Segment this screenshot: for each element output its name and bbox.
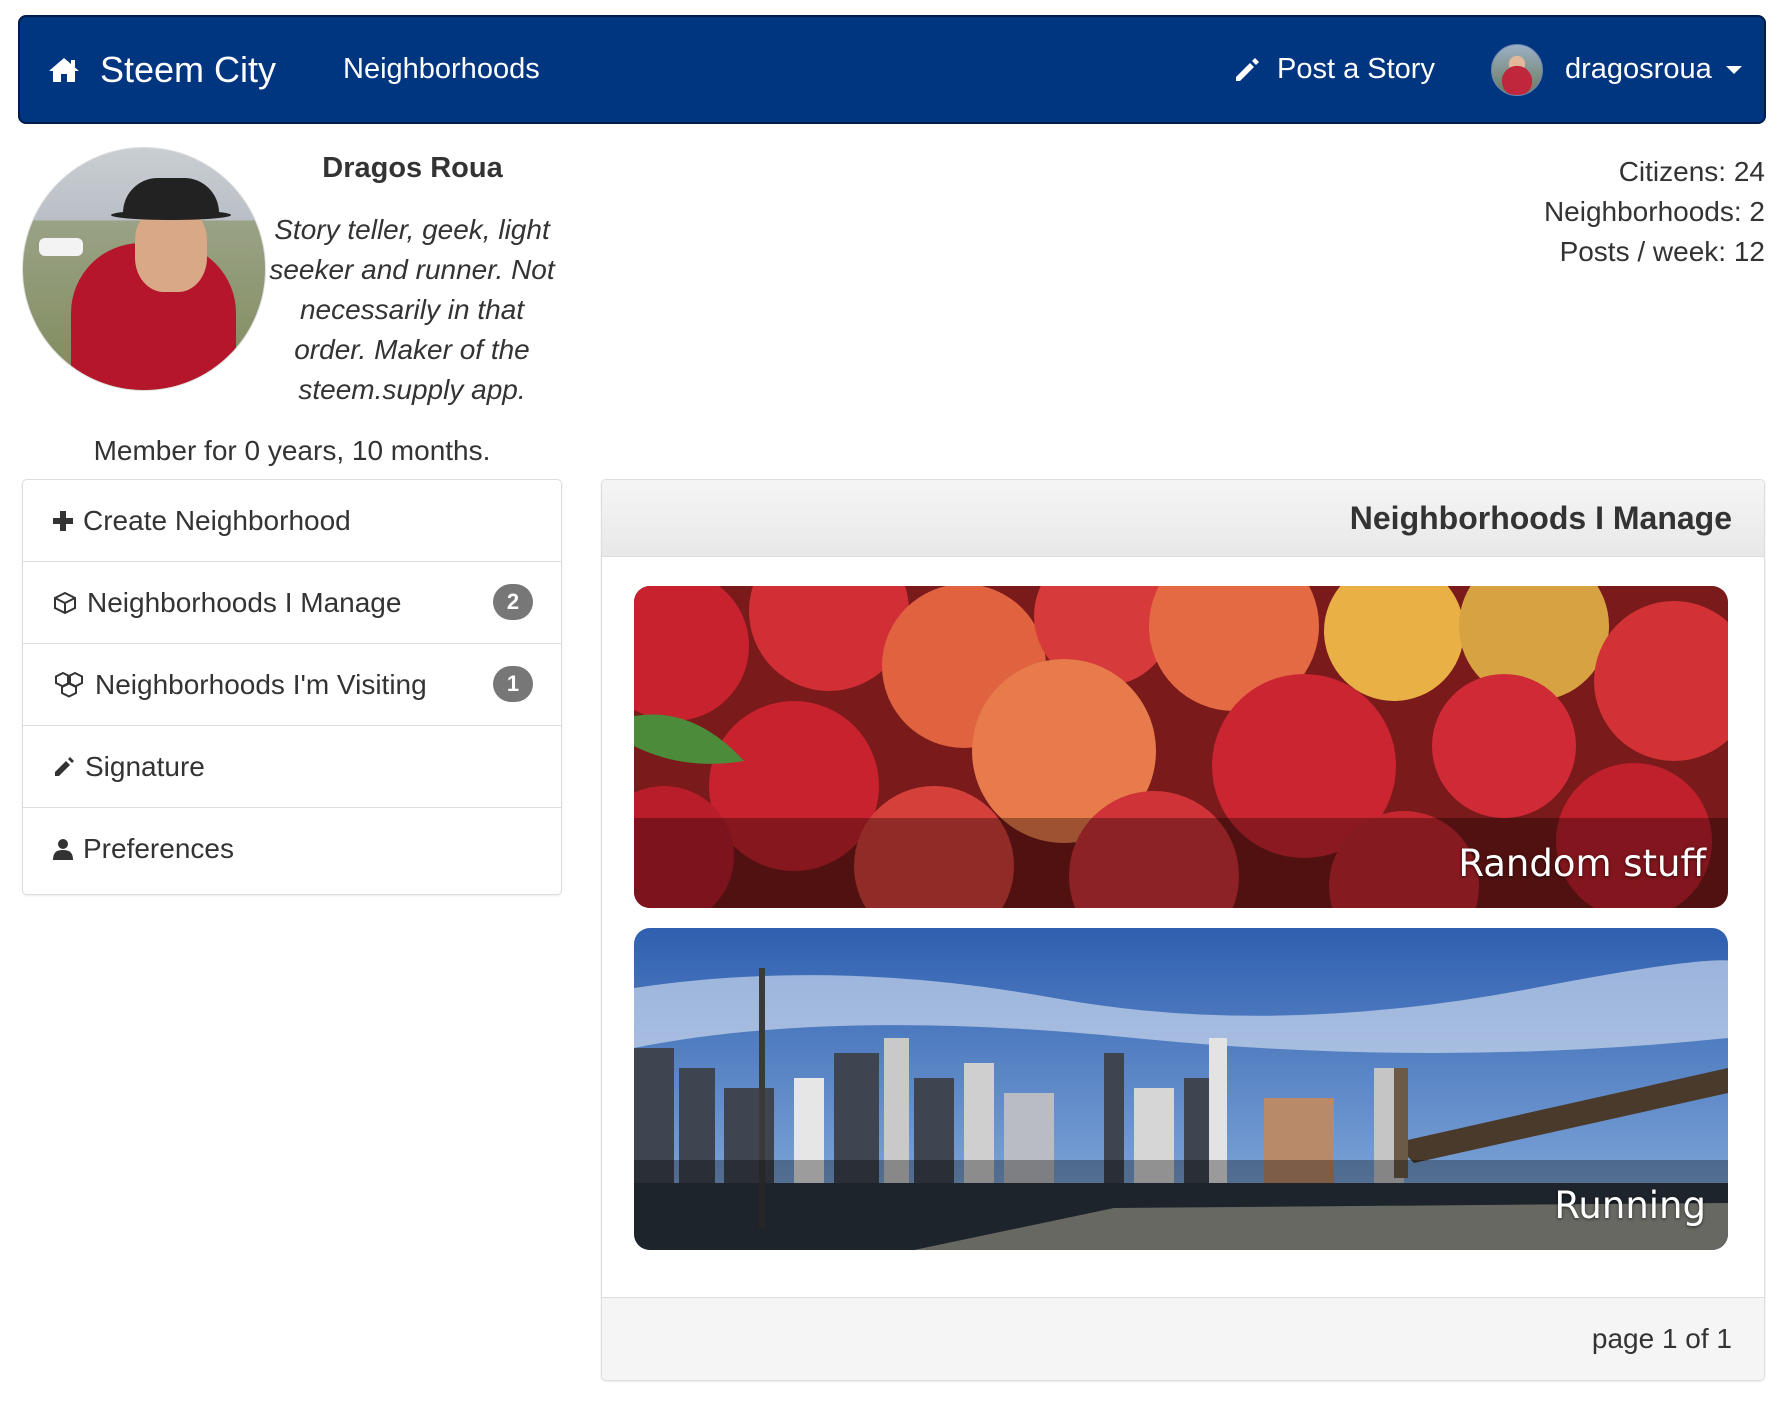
caret-down-icon [1725, 65, 1742, 74]
plus-icon [53, 510, 73, 531]
avatar [1491, 43, 1543, 96]
menu-item-neighborhoods-manage[interactable]: Neighborhoods I Manage 2 [23, 562, 561, 644]
menu-item-preferences[interactable]: Preferences [23, 808, 561, 890]
user-icon [53, 839, 73, 860]
home-icon [49, 57, 79, 82]
menu-item-label: Neighborhoods I Manage [87, 586, 402, 618]
count-badge: 2 [493, 584, 533, 620]
top-navbar: Steem City Neighborhoods Post a Story dr… [18, 15, 1766, 124]
brand-link[interactable]: Steem City [48, 17, 276, 122]
user-menu-dropdown[interactable]: dragosroua [1491, 17, 1742, 122]
menu-item-label: Neighborhoods I'm Visiting [95, 668, 427, 700]
pencil-icon [1236, 57, 1259, 81]
pagination: page 1 of 1 [602, 1297, 1764, 1380]
member-since: Member for 0 years, 10 months. [93, 435, 491, 466]
stat-neighborhoods: Neighborhoods: 2 [1543, 196, 1765, 227]
menu-item-neighborhoods-visiting[interactable]: Neighborhoods I'm Visiting 1 [23, 644, 561, 726]
post-story-label: Post a Story [1277, 53, 1435, 85]
menu-item-signature[interactable]: Signature [23, 726, 561, 808]
card-title: Random stuff [634, 818, 1728, 908]
menu-item-label: Preferences [83, 833, 234, 864]
profile-bio: Story teller, geek, light seeker and run… [269, 214, 555, 405]
menu-item-label: Signature [85, 750, 205, 782]
nav-neighborhoods-label: Neighborhoods [343, 53, 540, 85]
cube-icon [54, 591, 76, 614]
side-menu: Create Neighborhood Neighborhoods I Mana… [22, 479, 562, 895]
profile-name: Dragos Roua [322, 152, 503, 184]
card-title: Running [634, 1160, 1728, 1250]
post-story-button[interactable]: Post a Story [1233, 17, 1435, 122]
stats-summary: Citizens: 24 Neighborhoods: 2 Posts / we… [1544, 152, 1765, 272]
stat-posts-per-week: Posts / week: 12 [1559, 236, 1765, 267]
nav-neighborhoods-link[interactable]: Neighborhoods [343, 17, 540, 122]
menu-item-create-neighborhood[interactable]: Create Neighborhood [23, 480, 561, 562]
neighborhood-card-random-stuff[interactable]: Random stuff [634, 586, 1728, 908]
username-label: dragosroua [1565, 53, 1712, 85]
panel-title: Neighborhoods I Manage [602, 480, 1764, 557]
cubes-icon [55, 671, 83, 698]
neighborhood-card-running[interactable]: Running [634, 928, 1728, 1250]
neighborhoods-panel: Neighborhoods I Manage Random stuff Runn… [601, 479, 1765, 1381]
brand-name: Steem City [100, 48, 277, 90]
menu-item-label: Create Neighborhood [83, 504, 351, 536]
pencil-icon [55, 756, 74, 776]
stat-citizens: Citizens: 24 [1618, 156, 1765, 187]
profile-photo [22, 147, 266, 391]
count-badge: 1 [493, 666, 533, 702]
pagination-label: page 1 of 1 [1591, 1323, 1732, 1354]
